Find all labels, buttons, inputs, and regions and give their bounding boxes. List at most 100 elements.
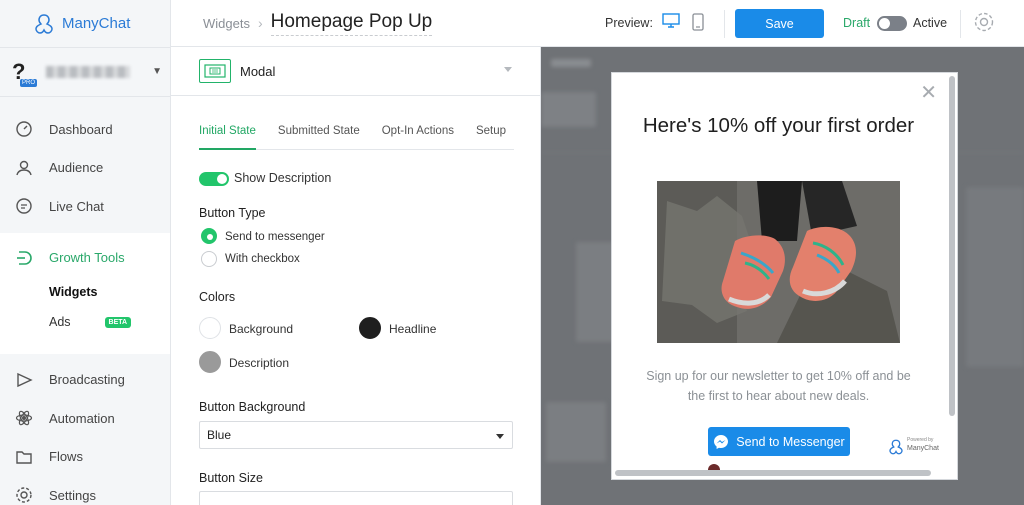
sidebar-item-label: Settings	[49, 487, 96, 503]
tab-initial-state[interactable]: Initial State	[199, 125, 256, 150]
messenger-icon	[714, 434, 729, 449]
widget-preview-area: ✕ Here's 10% off your first order Sign u…	[541, 47, 1024, 505]
background-page-blur	[546, 402, 606, 462]
sidebar-item-flows[interactable]: Flows	[0, 438, 170, 477]
chevron-down-icon	[504, 67, 512, 72]
broadcast-icon	[14, 370, 34, 390]
sidebar: ManyChat ? PRO ▼ Dashboard Audience Live…	[0, 0, 171, 505]
modal-description: Sign up for our newsletter to get 10% of…	[646, 369, 911, 403]
button-size-heading: Button Size	[199, 471, 263, 485]
chevron-down-icon: ▼	[152, 66, 162, 77]
background-page-blur	[551, 59, 591, 67]
breadcrumb-widgets[interactable]: Widgets	[203, 16, 250, 31]
manychat-logo-icon	[889, 439, 903, 455]
widget-type-label: Modal	[240, 63, 276, 79]
active-toggle[interactable]	[877, 16, 907, 31]
account-name-redacted	[46, 66, 130, 78]
powered-by-brand: ManyChat	[907, 445, 939, 452]
color-label: Description	[229, 356, 290, 370]
radio-label: With checkbox	[225, 253, 300, 265]
sidebar-item-label: Growth Tools	[49, 250, 125, 266]
gear-icon[interactable]	[973, 11, 995, 36]
button-type-heading: Button Type	[199, 206, 266, 220]
brand-name: ManyChat	[62, 15, 131, 32]
widget-title-input[interactable]: Homepage Pop Up	[270, 11, 433, 36]
draft-label: Draft	[843, 16, 871, 30]
chat-icon	[14, 196, 34, 216]
divider	[724, 10, 725, 38]
sidebar-item-label: Live Chat	[49, 198, 104, 214]
preview-label: Preview:	[605, 16, 653, 30]
modal-headline: Here's 10% off your first order	[642, 114, 915, 137]
user-icon	[14, 158, 34, 178]
beta-badge: BETA	[104, 316, 132, 328]
breadcrumb-separator-icon: ›	[257, 15, 263, 31]
show-description-toggle[interactable]	[199, 172, 229, 186]
header-bar: Widgets › Homepage Pop Up Preview: Save …	[171, 0, 1024, 47]
account-switcher[interactable]: ? PRO ▼	[0, 47, 170, 97]
button-size-select[interactable]	[199, 491, 513, 505]
send-to-messenger-button[interactable]: Send to Messenger	[708, 427, 850, 456]
desktop-preview-icon[interactable]	[662, 13, 680, 32]
vertical-scrollbar[interactable]	[949, 76, 955, 416]
sidebar-item-growth-tools[interactable]: Growth Tools	[0, 239, 170, 278]
brand-logo[interactable]: ManyChat	[0, 0, 170, 47]
widget-editor-panel: Modal Initial State Submitted State Opt-…	[171, 47, 541, 505]
mobile-preview-icon[interactable]	[692, 13, 704, 34]
account-avatar: ? PRO	[12, 59, 38, 87]
radio-label: Send to messenger	[225, 231, 325, 243]
sidebar-item-automation[interactable]: Automation	[0, 399, 170, 438]
sidebar-subitem-label: Widgets	[49, 285, 98, 299]
send-to-messenger-label: Send to Messenger	[736, 434, 845, 449]
radio-send-to-messenger[interactable]	[201, 228, 217, 244]
sidebar-item-audience[interactable]: Audience	[0, 149, 170, 188]
divider	[960, 10, 961, 38]
caret-down-icon	[496, 434, 504, 439]
sidebar-item-dashboard[interactable]: Dashboard	[0, 110, 170, 149]
sidebar-item-label: Audience	[49, 160, 104, 176]
modal-icon	[199, 59, 231, 83]
headline-color-swatch[interactable]	[359, 317, 381, 339]
tab-opt-in-actions[interactable]: Opt-In Actions	[382, 125, 454, 150]
background-page-blur	[576, 242, 616, 342]
sidebar-item-label: Broadcasting	[49, 372, 125, 388]
sidebar-subitem-ads[interactable]: Ads BETA	[0, 307, 170, 337]
select-value: Blue	[207, 428, 232, 442]
sidebar-item-settings[interactable]: Settings	[0, 476, 170, 505]
widget-type-select[interactable]: Modal	[171, 47, 540, 96]
color-label: Background	[229, 322, 294, 336]
tab-submitted-state[interactable]: Submitted State	[278, 125, 360, 150]
button-background-select[interactable]: Blue	[199, 421, 513, 449]
sidebar-item-label: Flows	[49, 449, 83, 465]
sidebar-item-label: Dashboard	[49, 121, 113, 137]
background-page-blur	[966, 187, 1024, 367]
gauge-icon	[14, 119, 34, 139]
colors-heading: Colors	[199, 290, 236, 304]
powered-by-badge[interactable]: Powered by ManyChat	[887, 436, 942, 460]
automation-icon	[14, 408, 34, 428]
active-label: Active	[913, 16, 948, 30]
sidebar-subitem-label: Ads	[49, 315, 71, 329]
horizontal-scrollbar[interactable]	[615, 470, 931, 476]
sidebar-item-label: Automation	[49, 410, 115, 426]
sidebar-group-growth-tools: Growth Tools Widgets Ads BETA	[0, 232, 170, 354]
tab-setup[interactable]: Setup	[476, 125, 506, 150]
color-label: Headline	[389, 322, 437, 336]
sidebar-item-live-chat[interactable]: Live Chat	[0, 187, 170, 226]
sidebar-item-broadcasting[interactable]: Broadcasting	[0, 361, 170, 400]
growth-tools-icon	[14, 248, 34, 268]
modal-widget-preview: ✕ Here's 10% off your first order Sign u…	[611, 72, 958, 480]
background-color-swatch[interactable]	[199, 317, 221, 339]
pro-badge: PRO	[20, 79, 38, 87]
close-icon[interactable]: ✕	[920, 83, 937, 103]
sidebar-subitem-widgets[interactable]: Widgets	[0, 277, 170, 307]
description-color-swatch[interactable]	[199, 351, 221, 373]
background-page-blur	[541, 92, 596, 127]
button-background-heading: Button Background	[199, 400, 306, 414]
save-button[interactable]: Save	[735, 9, 824, 38]
editor-tabs: Initial State Submitted State Opt-In Act…	[199, 125, 514, 150]
radio-with-checkbox[interactable]	[201, 251, 217, 267]
manychat-logo-icon	[35, 13, 53, 34]
show-description-label: Show Description	[234, 171, 332, 185]
powered-by-label: Powered by	[907, 437, 934, 443]
